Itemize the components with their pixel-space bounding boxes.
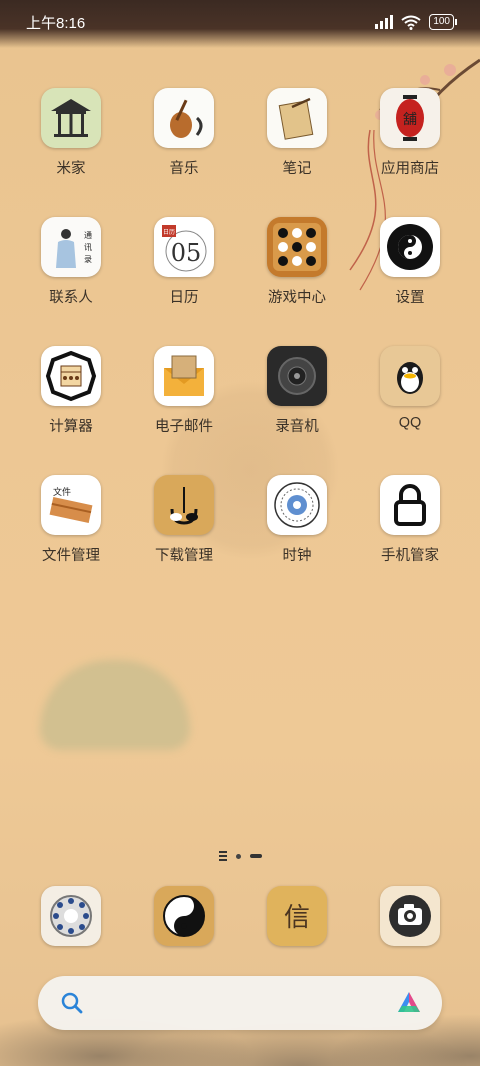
app-notes[interactable]: 笔记 (247, 88, 347, 178)
calendar-day: 05 (171, 239, 202, 267)
svg-text:讯: 讯 (84, 243, 92, 252)
app-label: QQ (398, 415, 422, 431)
app-file-manager[interactable]: 文件 文件管理 (21, 475, 121, 565)
search-bar[interactable] (38, 976, 442, 1030)
app-email[interactable]: 电子邮件 (134, 346, 234, 436)
app-label: 米家 (56, 161, 86, 177)
penguin-icon (380, 346, 440, 406)
page-dot-active[interactable] (250, 854, 262, 858)
svg-text:舖: 舖 (403, 112, 417, 128)
pavilion-icon (41, 88, 101, 148)
page-dot[interactable] (236, 853, 241, 859)
app-label: 日历 (169, 290, 199, 306)
app-label: 计算器 (49, 419, 93, 435)
notebook-icon (267, 88, 327, 148)
cellular-signal-icon (375, 15, 394, 29)
go-board-icon (267, 217, 327, 277)
page-indicator (219, 851, 262, 861)
svg-text:文件: 文件 (53, 486, 71, 498)
dock-phone[interactable] (21, 886, 121, 946)
app-label: 笔记 (282, 161, 312, 177)
bagua-icon (380, 217, 440, 277)
status-time: 上午8:16 (26, 14, 86, 32)
app-download-manager[interactable]: 下载管理 (134, 475, 234, 565)
green-hill-decoration (40, 660, 190, 750)
calendar-icon: 日历 05 (154, 217, 214, 277)
app-label: 下载管理 (155, 548, 213, 564)
app-clock[interactable]: 时钟 (247, 475, 347, 565)
app-mijia[interactable]: 米家 (21, 88, 121, 178)
app-contacts[interactable]: 通 讯 录 联系人 (21, 217, 121, 307)
battery-indicator: 100 (429, 14, 457, 30)
dock-yin-yang[interactable] (134, 886, 234, 946)
app-label: 电子邮件 (155, 419, 213, 435)
scholar-icon: 通 讯 录 (41, 217, 101, 277)
app-game-center[interactable]: 游戏中心 (247, 217, 347, 307)
scroll-icon: 文件 (41, 475, 101, 535)
letter-icon: 信 (267, 886, 327, 946)
envelope-icon (154, 346, 214, 406)
app-phone-manager[interactable]: 手机管家 (360, 475, 460, 565)
app-label: 录音机 (275, 419, 319, 435)
download-icon (154, 475, 214, 535)
letter-glyph: 信 (284, 903, 310, 933)
abacus-icon (41, 346, 101, 406)
rotary-phone-icon (41, 886, 101, 946)
wifi-icon (401, 15, 421, 30)
pipa-icon (154, 88, 214, 148)
camera-icon (380, 886, 440, 946)
lantern-icon: 舖 (380, 88, 440, 148)
yin-yang-icon (154, 886, 214, 946)
status-bar: 上午8:16 100 (0, 0, 480, 44)
dock-camera[interactable] (360, 886, 460, 946)
app-label: 设置 (395, 290, 425, 306)
app-label: 手机管家 (381, 548, 439, 564)
assistant-icon[interactable] (394, 990, 424, 1016)
dock-messages[interactable]: 信 (247, 886, 347, 946)
minus-one-screen-indicator[interactable] (219, 851, 227, 861)
app-label: 文件管理 (42, 548, 100, 564)
svg-text:通: 通 (84, 230, 92, 240)
app-calculator[interactable]: 计算器 (21, 346, 121, 436)
app-label: 游戏中心 (268, 290, 326, 306)
app-label: 应用商店 (381, 161, 439, 177)
svg-text:录: 录 (84, 255, 92, 264)
compass-clock-icon (267, 475, 327, 535)
app-store[interactable]: 舖 应用商店 (360, 88, 460, 178)
app-label: 音乐 (169, 161, 199, 177)
app-label: 联系人 (49, 290, 93, 306)
recorder-icon (267, 346, 327, 406)
app-calendar[interactable]: 日历 05 日历 (134, 217, 234, 307)
app-recorder[interactable]: 录音机 (247, 346, 347, 436)
app-qq[interactable]: QQ (360, 346, 460, 431)
app-label: 时钟 (282, 548, 312, 564)
lock-icon (380, 475, 440, 535)
app-music[interactable]: 音乐 (134, 88, 234, 178)
search-icon[interactable] (60, 991, 84, 1015)
app-settings[interactable]: 设置 (360, 217, 460, 307)
calendar-badge: 日历 (163, 229, 175, 236)
